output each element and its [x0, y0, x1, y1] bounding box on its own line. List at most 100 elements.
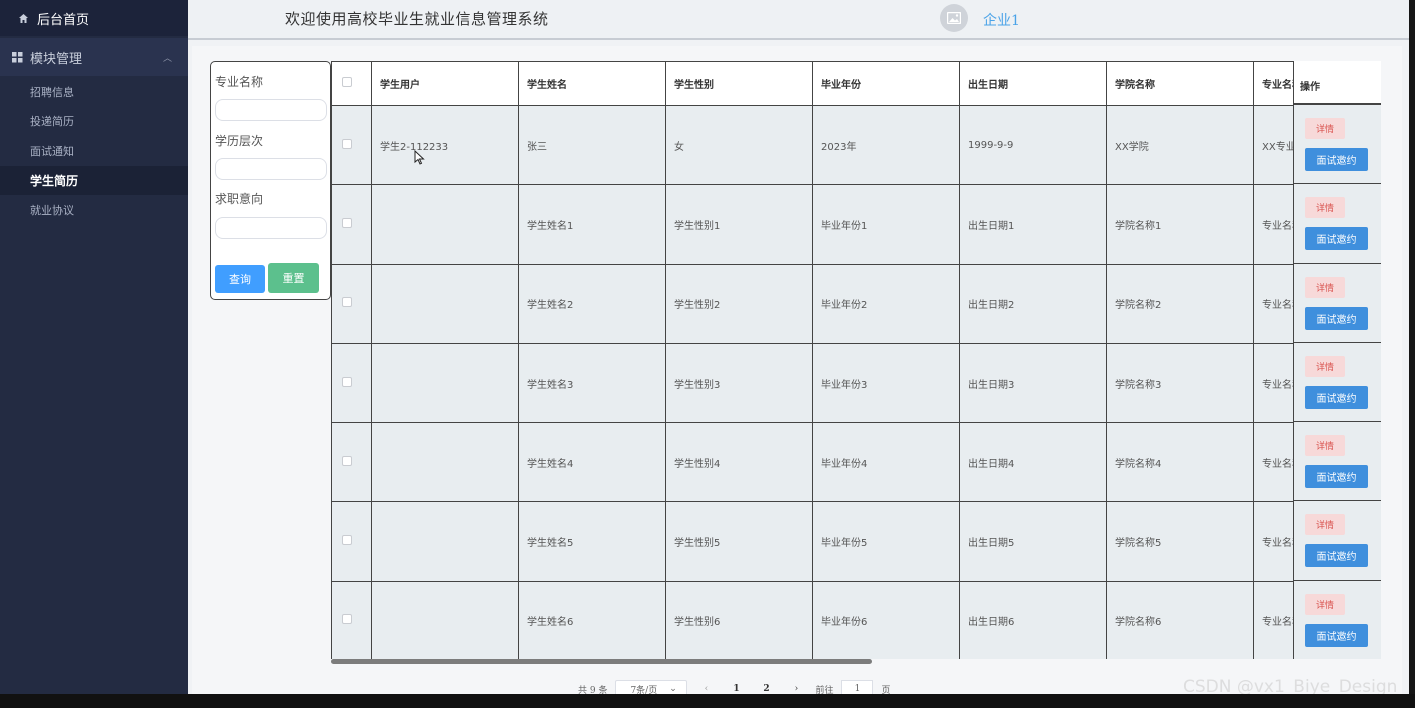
sidebar-home-label: 后台首页 — [37, 12, 90, 28]
page-title: 欢迎使用高校毕业生就业信息管理系统 — [285, 10, 549, 28]
row-checkbox-cell[interactable] — [331, 422, 372, 503]
mouse-cursor-icon — [414, 150, 425, 165]
col-header-birth-date[interactable]: 出生日期 — [959, 61, 1107, 106]
interview-invite-button[interactable]: 面试邀约 — [1305, 227, 1368, 251]
row-checkbox[interactable] — [342, 138, 352, 149]
cell-college: 学院名称2 — [1106, 263, 1254, 344]
sidebar-item-employment-agreement[interactable]: 就业协议 — [0, 195, 188, 225]
row-checkbox-cell[interactable] — [331, 342, 372, 424]
sidebar-group-label: 模块管理 — [30, 51, 83, 67]
col-header-student-name[interactable]: 学生姓名 — [518, 61, 666, 106]
image-icon — [947, 12, 961, 24]
cell-student-name: 学生姓名1 — [518, 184, 666, 265]
cell-graduation-year: 毕业年份5 — [812, 501, 960, 582]
sidebar-item-student-resumes[interactable]: 学生简历 — [0, 165, 188, 196]
row-checkbox[interactable] — [342, 376, 352, 387]
cell-birth-date: 出生日期6 — [959, 580, 1107, 659]
chevron-down-icon: ⌄ — [669, 684, 677, 694]
horizontal-scrollbar[interactable] — [331, 659, 872, 664]
cell-college: 学院名称3 — [1106, 342, 1254, 424]
avatar[interactable] — [940, 4, 968, 32]
operations-cell: 详情 面试邀约 — [1294, 343, 1381, 423]
operations-cell: 详情 面试邀约 — [1294, 105, 1381, 185]
detail-button[interactable]: 详情 — [1305, 118, 1345, 139]
cell-graduation-year: 毕业年份6 — [812, 580, 960, 659]
detail-button[interactable]: 详情 — [1305, 514, 1345, 536]
row-checkbox[interactable] — [342, 217, 352, 228]
detail-button[interactable]: 详情 — [1305, 593, 1345, 615]
user-name-link[interactable]: 企业1 — [983, 10, 1020, 30]
row-checkbox[interactable] — [342, 535, 352, 546]
cell-birth-date: 出生日期1 — [959, 184, 1107, 265]
col-header-graduation-year[interactable]: 毕业年份 — [812, 61, 960, 106]
select-all-checkbox-cell[interactable] — [331, 61, 372, 106]
reset-button[interactable]: 重置 — [268, 263, 319, 293]
row-checkbox[interactable] — [342, 614, 352, 625]
major-name-input[interactable] — [215, 99, 327, 121]
cell-college: 学院名称6 — [1106, 580, 1254, 659]
detail-button[interactable]: 详情 — [1305, 355, 1345, 377]
row-checkbox[interactable] — [342, 455, 352, 466]
sidebar-item-label: 就业协议 — [30, 204, 74, 218]
interview-invite-button[interactable]: 面试邀约 — [1305, 306, 1368, 330]
cell-gender: 学生性别3 — [665, 342, 813, 424]
education-level-input[interactable] — [215, 158, 327, 180]
sidebar-home[interactable]: 后台首页 — [0, 0, 188, 36]
detail-button[interactable]: 详情 — [1305, 276, 1345, 298]
cell-college: 学院名称1 — [1106, 184, 1254, 265]
row-checkbox-cell[interactable] — [331, 501, 372, 582]
cell-student-name: 学生姓名6 — [518, 580, 666, 659]
sidebar-item-recruitment[interactable]: 招聘信息 — [0, 77, 188, 107]
cell-birth-date: 出生日期5 — [959, 501, 1107, 582]
data-table: 学生用户 学生姓名 学生性别 毕业年份 出生日期 学院名称 专业名称 学生2-1… — [331, 61, 1344, 659]
detail-button[interactable]: 详情 — [1305, 435, 1345, 457]
select-all-checkbox[interactable] — [342, 77, 352, 87]
interview-invite-button[interactable]: 面试邀约 — [1305, 544, 1368, 568]
table-row: 学生姓名6 学生性别6 毕业年份6 出生日期6 学院名称6 专业名称6 — [331, 580, 1344, 659]
interview-invite-button[interactable]: 面试邀约 — [1305, 623, 1368, 647]
bottom-bar — [0, 694, 1415, 708]
table-row: 学生2-112233 张三 女 2023年 1999-9-9 XX学院 XX专业 — [331, 104, 1344, 186]
sidebar-item-label: 面试通知 — [30, 144, 74, 158]
col-header-student-user[interactable]: 学生用户 — [371, 61, 519, 106]
cell-student-user — [371, 580, 519, 659]
table-header-row: 学生用户 学生姓名 学生性别 毕业年份 出生日期 学院名称 专业名称 — [331, 61, 1344, 106]
operations-column-fixed: 操作 详情 面试邀约 详情 面试邀约 详情 面试邀约 详情 面试邀约 详情 面试邀约 详情… — [1293, 61, 1381, 659]
sidebar-group-modules[interactable]: 模块管理 ︿ — [0, 38, 188, 76]
cell-graduation-year: 毕业年份1 — [812, 184, 960, 265]
row-checkbox-cell[interactable] — [331, 263, 372, 344]
cell-college: 学院名称5 — [1106, 501, 1254, 582]
query-button[interactable]: 查询 — [215, 265, 265, 293]
cell-student-name: 学生姓名2 — [518, 263, 666, 344]
chevron-up-icon: ︿ — [162, 54, 172, 64]
operations-cell: 详情 面试邀约 — [1294, 501, 1381, 581]
cell-graduation-year: 毕业年份4 — [812, 422, 960, 503]
operations-cell: 详情 面试邀约 — [1294, 422, 1381, 502]
job-intention-input[interactable] — [215, 217, 327, 239]
top-header: 欢迎使用高校毕业生就业信息管理系统 企业1 — [188, 0, 1410, 40]
operations-cell: 详情 面试邀约 — [1294, 184, 1381, 264]
cell-graduation-year: 毕业年份2 — [812, 263, 960, 344]
grid-icon — [12, 51, 23, 62]
sidebar-item-interview-notices[interactable]: 面试通知 — [0, 136, 188, 166]
cell-birth-date: 1999-9-9 — [959, 104, 1107, 186]
row-checkbox-cell[interactable] — [331, 580, 372, 659]
cell-gender: 学生性别4 — [665, 422, 813, 503]
job-intention-label: 求职意向 — [215, 192, 264, 206]
row-checkbox-cell[interactable] — [331, 184, 372, 265]
col-header-college[interactable]: 学院名称 — [1106, 61, 1254, 106]
interview-invite-button[interactable]: 面试邀约 — [1305, 465, 1368, 489]
sidebar-item-submitted-resumes[interactable]: 投递简历 — [0, 107, 188, 137]
interview-invite-button[interactable]: 面试邀约 — [1305, 148, 1368, 171]
col-header-gender[interactable]: 学生性别 — [665, 61, 813, 106]
cell-gender: 女 — [665, 104, 813, 186]
education-level-label: 学历层次 — [215, 134, 264, 148]
row-checkbox[interactable] — [342, 297, 352, 308]
cell-student-name: 学生姓名4 — [518, 422, 666, 503]
detail-button[interactable]: 详情 — [1305, 197, 1345, 219]
table-row: 学生姓名1 学生性别1 毕业年份1 出生日期1 学院名称1 专业名称1 — [331, 184, 1344, 265]
operations-cell: 详情 面试邀约 — [1294, 581, 1381, 659]
cell-student-name: 张三 — [518, 104, 666, 186]
row-checkbox-cell[interactable] — [331, 104, 372, 186]
interview-invite-button[interactable]: 面试邀约 — [1305, 385, 1368, 409]
